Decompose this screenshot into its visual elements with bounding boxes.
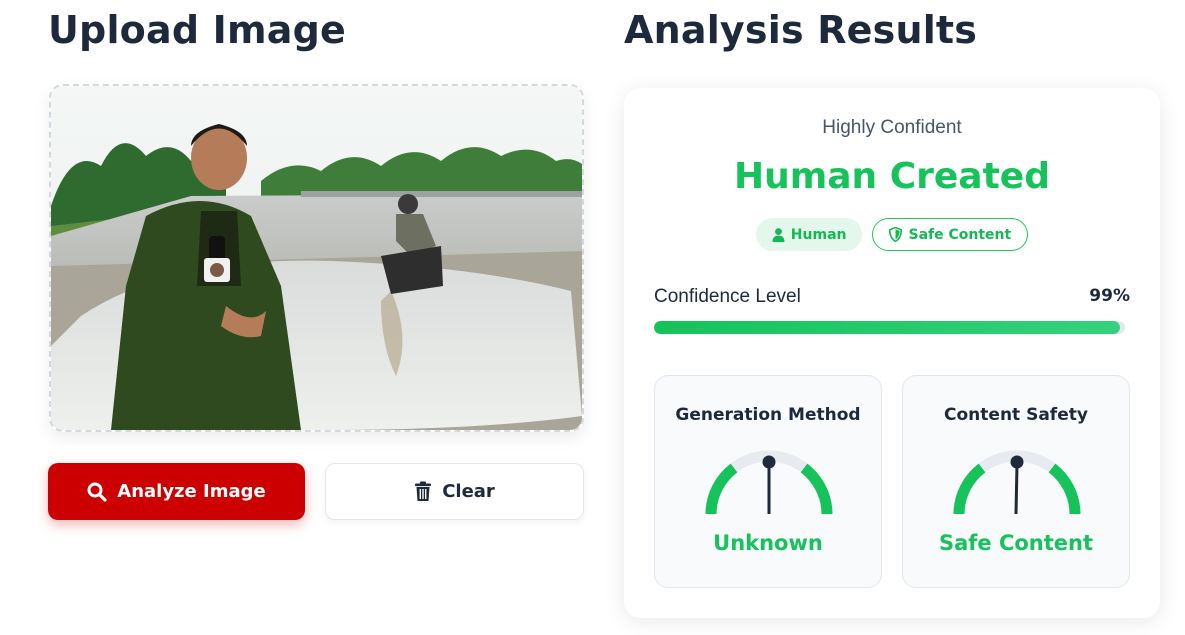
trash-icon [415, 481, 432, 501]
safety-gauge-icon [953, 450, 1081, 515]
analyze-image-button[interactable]: Analyze Image [48, 463, 305, 520]
content-safety-value: Safe Content [938, 531, 1094, 555]
content-safety-card: Content Safety Safe Content [902, 375, 1130, 588]
upload-heading: Upload Image [48, 8, 347, 52]
uploaded-photo [51, 86, 582, 430]
analyze-image-label: Analyze Image [117, 481, 266, 502]
clear-label: Clear [442, 481, 495, 502]
image-dropzone[interactable] [49, 84, 584, 432]
confidence-meter-fill [654, 321, 1121, 334]
user-icon [772, 227, 785, 242]
analysis-results-card: Highly Confident Human Created Human Saf… [624, 88, 1160, 618]
confidence-level-value: 99% [1089, 286, 1130, 306]
confidence-text: Highly Confident [822, 117, 962, 138]
safe-content-badge-label: Safe Content [908, 226, 1012, 243]
human-badge-label: Human [790, 226, 847, 243]
content-safety-title: Content Safety [944, 405, 1088, 425]
generation-method-card: Generation Method Unknown [654, 375, 882, 588]
results-heading: Analysis Results [624, 8, 978, 52]
confidence-level-label: Confidence Level [654, 286, 801, 307]
confidence-meter [654, 321, 1125, 334]
human-badge: Human [755, 218, 863, 251]
shield-icon [889, 227, 903, 242]
safe-content-badge: Safe Content [872, 218, 1029, 251]
generation-gauge-icon [705, 450, 833, 515]
clear-button[interactable]: Clear [325, 463, 584, 520]
result-badges: Human Safe Content [624, 218, 1160, 251]
verdict-text: Human Created [733, 156, 1050, 197]
generation-method-title: Generation Method [675, 405, 861, 425]
search-icon [87, 482, 107, 502]
generation-method-value: Unknown [713, 531, 823, 555]
